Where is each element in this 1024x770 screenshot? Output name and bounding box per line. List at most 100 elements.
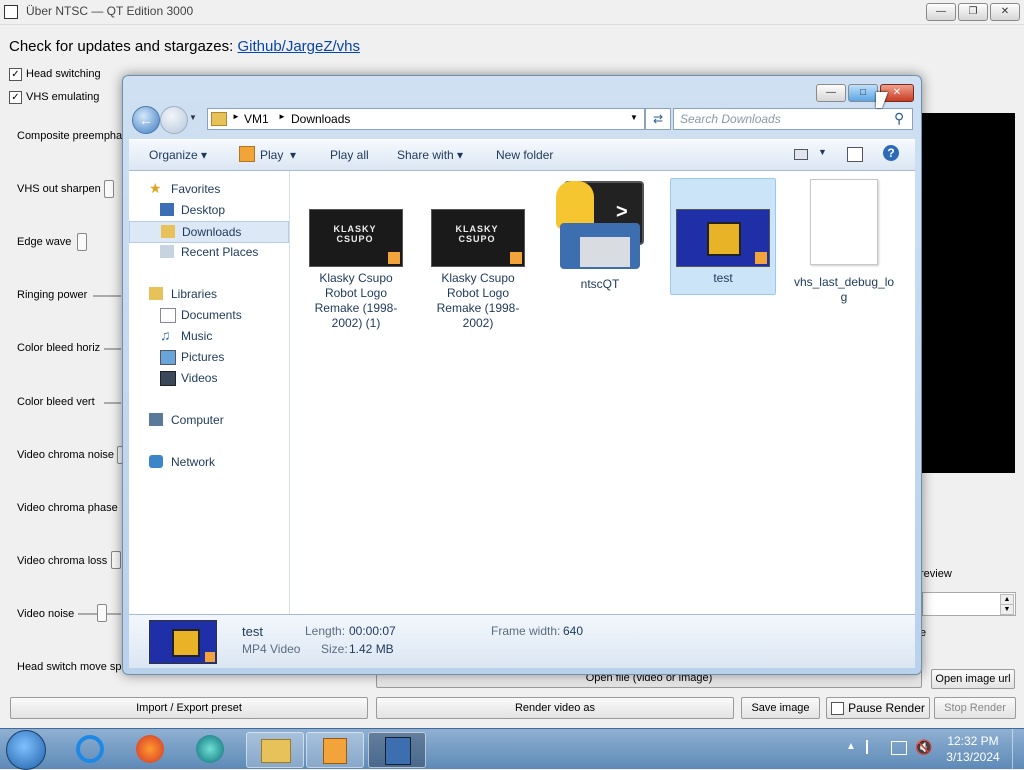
save-image-button[interactable]: Save image: [741, 697, 820, 719]
new-folder-button[interactable]: New folder: [496, 148, 553, 162]
nav-desktop[interactable]: Desktop: [129, 200, 287, 220]
details-length: 00:00:07: [349, 624, 396, 638]
pause-render-checkbox[interactable]: [831, 702, 845, 716]
play-icon[interactable]: [239, 146, 255, 162]
nav-computer[interactable]: Computer: [129, 410, 287, 430]
vhs-emulating-checkbox[interactable]: ✓: [9, 91, 22, 104]
preview-checkbox-label: review: [920, 568, 952, 580]
close-button[interactable]: ✕: [990, 3, 1020, 21]
dialog-maximize-button[interactable]: □: [848, 84, 878, 102]
video-thumbnail: KLASKY CSUPO: [309, 209, 403, 267]
nav-network-label: Network: [171, 455, 216, 469]
file-item[interactable]: KLASKY CSUPO Klasky Csupo Robot Logo Rem…: [304, 209, 408, 331]
breadcrumb-vm1[interactable]: VM1: [244, 112, 269, 126]
search-icon[interactable]: ⚲: [894, 110, 904, 127]
share-with-label: Share with: [397, 148, 454, 162]
breadcrumb-downloads[interactable]: Downloads: [291, 112, 350, 126]
taskbar-ntscqt-icon[interactable]: [368, 732, 426, 768]
address-bar[interactable]: ► VM1 ► Downloads ▼: [207, 108, 645, 130]
nav-network[interactable]: Network: [129, 452, 287, 472]
taskbar-internet-explorer-icon[interactable]: [62, 732, 118, 766]
stop-render-button[interactable]: Stop Render: [934, 697, 1016, 719]
nav-documents-label: Documents: [181, 308, 242, 322]
file-item[interactable]: > ntscQT: [548, 179, 652, 292]
preview-image: [920, 113, 1015, 473]
view-dropdown-chevron-icon[interactable]: ▼: [818, 147, 827, 157]
search-placeholder: Search Downloads: [680, 112, 781, 126]
share-with-menu[interactable]: Share with ▾: [397, 148, 463, 162]
video-badge-icon: [755, 252, 767, 264]
search-input[interactable]: Search Downloads ⚲: [673, 108, 913, 130]
organize-label: Organize: [149, 148, 198, 162]
color-bleed-vert-slider[interactable]: [104, 402, 121, 404]
organize-menu[interactable]: Organize ▾: [149, 148, 207, 162]
nav-music[interactable]: ♫ Music: [129, 326, 287, 346]
text-file-icon: [810, 179, 878, 265]
maximize-button[interactable]: ❐: [958, 3, 988, 21]
start-button[interactable]: [6, 730, 46, 770]
play-menu[interactable]: Play ▾: [260, 148, 296, 162]
video-noise-slider[interactable]: [97, 604, 107, 622]
github-link[interactable]: Github/JargeZ/vhs: [237, 38, 360, 55]
nav-pictures[interactable]: Pictures: [129, 347, 287, 367]
slider-label-video-chroma-loss: Video chroma loss: [17, 555, 108, 567]
show-desktop-button[interactable]: [1012, 729, 1024, 769]
refresh-icon[interactable]: ⇄: [645, 108, 671, 130]
nav-libraries[interactable]: Libraries: [129, 284, 287, 304]
slider-label-color-bleed-horiz: Color bleed horiz: [17, 342, 101, 354]
open-image-url-button[interactable]: Open image url: [931, 669, 1015, 689]
dialog-minimize-button[interactable]: —: [816, 84, 846, 102]
file-name: test: [713, 271, 733, 285]
nav-videos[interactable]: Videos: [129, 368, 287, 388]
breadcrumb-separator-icon: ►: [278, 112, 286, 121]
video-chroma-loss-slider[interactable]: [111, 551, 121, 569]
recent-pages-chevron-icon[interactable]: ▼: [189, 113, 197, 122]
head-switching-checkbox[interactable]: ✓: [9, 68, 22, 81]
nav-downloads[interactable]: Downloads: [129, 221, 289, 243]
taskbar-browser-icon[interactable]: [182, 732, 238, 766]
forward-arrow-icon[interactable]: [160, 106, 188, 134]
command-bar: Organize ▾ Play ▾ Play all Share with ▾ …: [129, 139, 915, 171]
view-options-icon[interactable]: [794, 149, 808, 160]
play-all-button[interactable]: Play all: [330, 148, 369, 162]
file-item[interactable]: vhs_last_debug_log: [792, 179, 896, 305]
taskbar-explorer-icon[interactable]: [246, 732, 304, 768]
app-title: Über NTSC — QT Edition 3000: [26, 4, 194, 18]
nav-documents[interactable]: Documents: [129, 305, 287, 325]
nav-pictures-label: Pictures: [181, 350, 225, 364]
music-icon: ♫: [160, 327, 171, 343]
preview-pane-icon[interactable]: [847, 147, 863, 162]
file-name: ntscQT: [580, 277, 620, 291]
address-dropdown-icon[interactable]: ▼: [630, 113, 638, 122]
ringing-power-slider[interactable]: [93, 295, 121, 297]
help-icon[interactable]: ?: [883, 145, 899, 161]
nav-computer-label: Computer: [171, 413, 224, 427]
details-length-label: Length:: [305, 624, 346, 638]
network-status-icon[interactable]: [891, 741, 907, 755]
import-export-preset-button[interactable]: Import / Export preset: [10, 697, 368, 719]
nav-libraries-label: Libraries: [171, 287, 218, 301]
preview-spinbox[interactable]: ▲ ▼: [922, 592, 1016, 616]
taskbar-firefox-icon[interactable]: [122, 732, 178, 766]
render-video-button[interactable]: Render video as: [376, 697, 734, 719]
nav-favorites[interactable]: ★ Favorites: [129, 179, 287, 199]
show-hidden-icons-icon[interactable]: ▲: [846, 741, 856, 752]
file-item[interactable]: KLASKY CSUPO Klasky Csupo Robot Logo Rem…: [426, 209, 530, 331]
back-arrow-icon[interactable]: ←: [132, 106, 160, 134]
nav-recent-places[interactable]: Recent Places: [129, 242, 287, 262]
star-icon: ★: [149, 180, 162, 196]
minimize-button[interactable]: —: [926, 3, 956, 21]
action-center-flag-icon[interactable]: [866, 740, 880, 754]
spin-down-icon[interactable]: ▼: [1000, 604, 1014, 615]
edge-wave-slider[interactable]: [77, 233, 87, 251]
taskbar-media-player-icon[interactable]: [306, 732, 364, 768]
vhs-out-sharpen-slider[interactable]: [104, 180, 114, 198]
pause-render-toggle[interactable]: Pause Render: [826, 697, 930, 719]
pictures-icon: [160, 350, 176, 365]
details-file-name: test: [242, 624, 263, 639]
file-item-selected[interactable]: test: [670, 178, 776, 295]
thumbnail-text: KLASKY CSUPO: [333, 224, 377, 244]
volume-muted-icon[interactable]: 🔇: [915, 739, 932, 756]
color-bleed-horiz-slider[interactable]: [104, 348, 121, 350]
taskbar-clock[interactable]: 12:32 PM 3/13/2024: [943, 733, 1003, 765]
